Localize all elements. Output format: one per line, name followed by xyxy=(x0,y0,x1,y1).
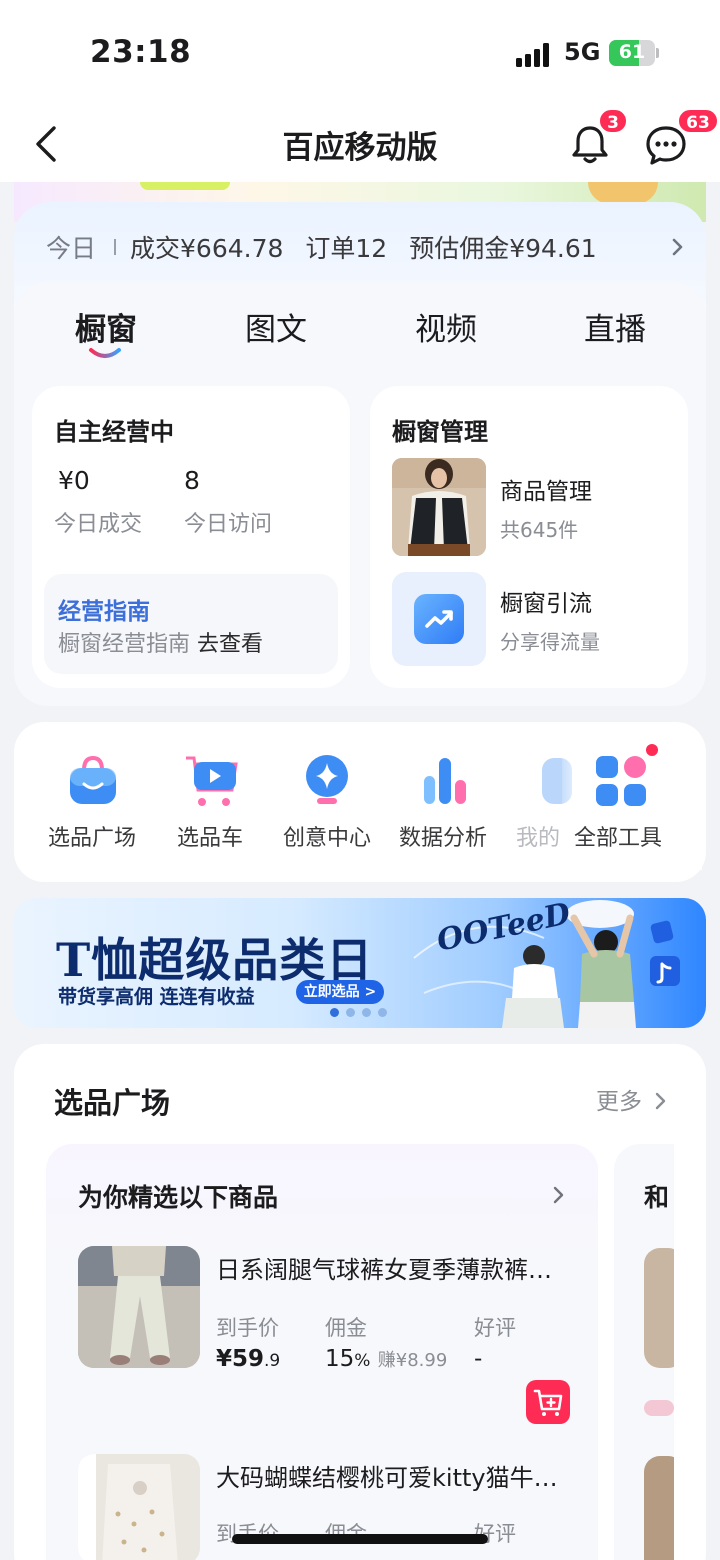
tool-label-creative-center[interactable]: 创意中心 xyxy=(283,820,371,852)
product-image[interactable] xyxy=(78,1246,200,1368)
battery-icon: 61 xyxy=(609,40,659,66)
tab-showcase[interactable]: 橱窗 xyxy=(75,304,137,349)
new-dot xyxy=(646,744,658,756)
today-summary[interactable]: 今日 成交¥664.78 订单12 预估佣金¥94.61 xyxy=(46,228,597,266)
self-operated-title: 自主经营中 xyxy=(54,418,174,446)
cart-video-icon[interactable] xyxy=(182,752,240,810)
percent-sign: % xyxy=(354,1351,371,1371)
product-count: 共645件 xyxy=(500,518,579,542)
shopping-bag-icon[interactable] xyxy=(64,752,122,810)
summary-deal: 成交¥664.78 xyxy=(130,234,284,263)
chevron-right-icon[interactable] xyxy=(668,232,688,262)
tab-graphic[interactable]: 图文 xyxy=(245,304,307,349)
product-price: ¥59.9 xyxy=(216,1346,280,1372)
commission-rate: 15 xyxy=(325,1346,355,1372)
guide-text: 橱窗经营指南 去查看 xyxy=(58,626,263,658)
today-visit-value: 8 xyxy=(184,466,200,495)
today-deal-value: ¥0 xyxy=(58,466,90,495)
chevron-right-icon xyxy=(656,1092,666,1110)
banner-subtitle: 带货享高佣 连连有收益 xyxy=(58,986,255,1008)
mascot-image xyxy=(588,182,658,204)
commission-label: 佣金 xyxy=(325,1316,367,1340)
more-label: 更多 xyxy=(596,1089,642,1115)
grid-apps-icon[interactable] xyxy=(592,752,650,810)
product-thumbnail[interactable] xyxy=(392,458,486,556)
summary-label: 今日 xyxy=(46,234,97,263)
bar-chart-icon[interactable] xyxy=(416,752,474,810)
banner-cta-button[interactable]: 立即选品 > xyxy=(296,980,384,1004)
trend-up-icon xyxy=(414,594,464,644)
tool-label-data-analysis[interactable]: 数据分析 xyxy=(399,820,487,852)
chevron-right-icon[interactable] xyxy=(552,1184,566,1206)
product-name[interactable]: 日系阔腿气球裤女夏季薄款裤… xyxy=(216,1250,552,1285)
price-label: 到手价 xyxy=(216,1316,279,1340)
tab-video[interactable]: 视频 xyxy=(415,304,477,349)
add-cart-icon xyxy=(533,1389,563,1416)
bell-badge: 3 xyxy=(598,108,628,134)
banner-decoration xyxy=(140,182,230,190)
carousel-dot[interactable] xyxy=(330,1008,339,1017)
tool-label-selection-plaza[interactable]: 选品广场 xyxy=(48,820,136,852)
status-time: 23:18 xyxy=(90,34,192,70)
product-commission: 15% 赚¥8.99 xyxy=(325,1346,447,1372)
price-int: ¥59 xyxy=(216,1346,265,1372)
price-decimal: .9 xyxy=(264,1351,281,1371)
product-image[interactable] xyxy=(78,1454,200,1560)
add-to-cart-button[interactable] xyxy=(526,1380,570,1424)
carousel-dot[interactable] xyxy=(378,1008,387,1017)
carousel-dot[interactable] xyxy=(346,1008,355,1017)
back-button[interactable] xyxy=(28,120,68,168)
signal-icon xyxy=(516,41,554,67)
guide-title: 经营指南 xyxy=(58,599,150,625)
tab-active-indicator xyxy=(88,346,122,360)
messages-badge: 63 xyxy=(677,108,719,134)
earn-amount: 赚¥8.99 xyxy=(377,1350,448,1371)
tab-live[interactable]: 直播 xyxy=(584,304,646,349)
network-type: 5G xyxy=(564,38,601,66)
home-indicator[interactable] xyxy=(232,1534,488,1544)
traffic-label[interactable]: 橱窗引流 xyxy=(500,584,592,618)
product-name[interactable]: 大码蝴蝶结樱桃可爱kitty猫牛… xyxy=(216,1458,558,1493)
tool-label-all-tools[interactable]: 全部工具 xyxy=(574,820,662,852)
more-link[interactable]: 更多 xyxy=(596,1082,669,1116)
guide-link[interactable]: 去查看 xyxy=(197,632,263,657)
section-title: 选品广场 xyxy=(54,1086,171,1120)
carousel-dot[interactable] xyxy=(362,1008,371,1017)
product-management-label[interactable]: 商品管理 xyxy=(500,472,592,506)
carousel-dots[interactable] xyxy=(330,1008,387,1017)
tool-label-mine[interactable]: 我的 xyxy=(516,820,560,852)
recommend-title[interactable]: 为你精选以下商品 xyxy=(78,1178,278,1214)
battery-level: 61 xyxy=(618,41,646,63)
traffic-sub: 分享得流量 xyxy=(500,630,600,654)
summary-commission: 预估佣金¥94.61 xyxy=(409,234,597,263)
summary-orders: 订单12 xyxy=(305,234,388,263)
tool-label-selection-cart[interactable]: 选品车 xyxy=(177,820,243,852)
next-card-title: 和 xyxy=(644,1183,670,1212)
today-visit-label: 今日访问 xyxy=(184,512,273,537)
rating-label: 好评 xyxy=(474,1316,516,1340)
summary-divider xyxy=(114,239,117,255)
today-deal-label: 今日成交 xyxy=(54,512,143,537)
showcase-title: 橱窗管理 xyxy=(392,418,488,446)
page-title: 百应移动版 xyxy=(282,130,438,166)
chevron-left-icon xyxy=(36,126,56,162)
product-rating: - xyxy=(474,1346,483,1372)
guide-desc: 橱窗经营指南 xyxy=(58,632,191,657)
bulb-spark-icon[interactable] xyxy=(298,752,356,810)
